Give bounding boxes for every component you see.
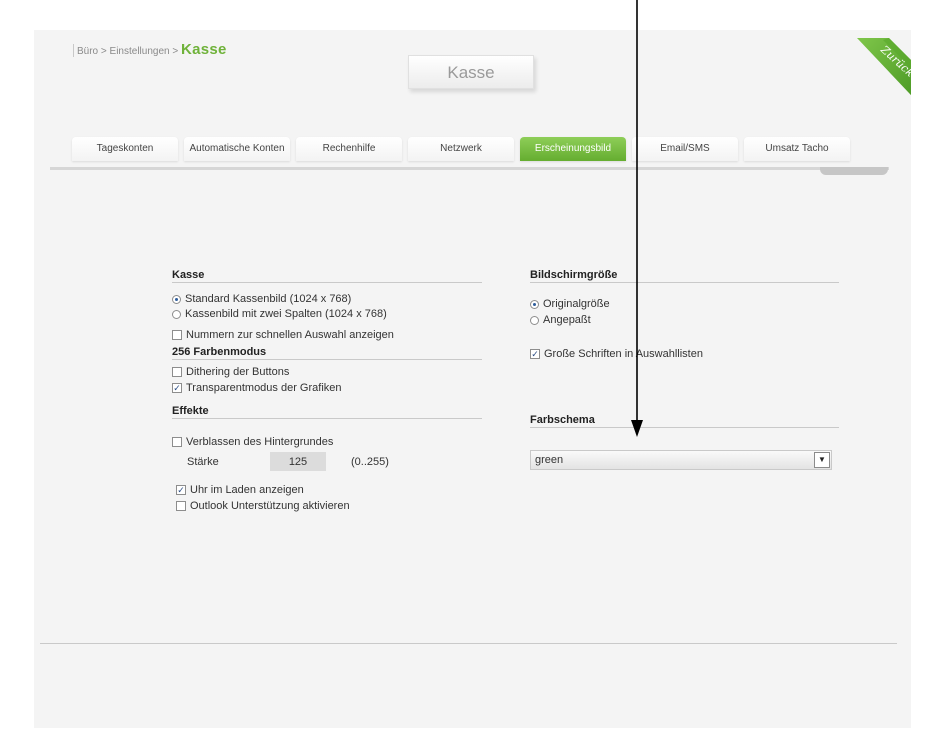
tab-bar: Tageskonten Automatische Konten Rechenhi… bbox=[72, 137, 852, 161]
radio-selected-icon[interactable] bbox=[530, 299, 539, 309]
checkbox-checked-icon[interactable]: ✓ bbox=[176, 485, 186, 495]
strength-input[interactable] bbox=[270, 452, 326, 471]
strength-label: Stärke bbox=[187, 456, 219, 468]
radio-label: Originalgröße bbox=[543, 298, 610, 310]
section-title-farbschema: Farbschema bbox=[530, 414, 839, 428]
tab-umsatz-tacho[interactable]: Umsatz Tacho bbox=[744, 137, 850, 161]
color-scheme-select[interactable]: green ▼ bbox=[530, 450, 832, 470]
radio-originalgroesse[interactable]: Originalgröße bbox=[530, 298, 610, 310]
chevron-down-icon[interactable]: ▼ bbox=[814, 452, 830, 468]
radio-standard-kassenbild[interactable]: Standard Kassenbild (1024 x 768) bbox=[172, 293, 351, 305]
checkbox-dithering[interactable]: Dithering der Buttons bbox=[172, 366, 289, 378]
strength-range: (0..255) bbox=[351, 456, 389, 468]
section-title-kasse: Kasse bbox=[172, 269, 482, 283]
tab-netzwerk[interactable]: Netzwerk bbox=[408, 137, 514, 161]
checkbox-label: Verblassen des Hintergrundes bbox=[186, 436, 334, 448]
checkbox-label: Outlook Unterstützung aktivieren bbox=[190, 500, 350, 512]
section-title-bildschirmgroesse: Bildschirmgröße bbox=[530, 269, 839, 283]
tab-email-sms[interactable]: Email/SMS bbox=[632, 137, 738, 161]
color-scheme-value: green bbox=[535, 454, 564, 466]
section-title-effekte: Effekte bbox=[172, 405, 482, 419]
checkbox-checked-icon[interactable]: ✓ bbox=[530, 349, 540, 359]
checkbox-outlook[interactable]: Outlook Unterstützung aktivieren bbox=[176, 500, 350, 512]
checkbox-unchecked-icon[interactable] bbox=[176, 501, 186, 511]
breadcrumb-divider bbox=[73, 44, 74, 57]
breadcrumb-current: Kasse bbox=[180, 41, 227, 58]
radio-label: Kassenbild mit zwei Spalten (1024 x 768) bbox=[185, 308, 387, 320]
checkbox-unchecked-icon[interactable] bbox=[172, 367, 182, 377]
radio-unselected-icon[interactable] bbox=[172, 309, 181, 319]
checkbox-verblassen[interactable]: Verblassen des Hintergrundes bbox=[172, 436, 333, 448]
radio-zwei-spalten[interactable]: Kassenbild mit zwei Spalten (1024 x 768) bbox=[172, 308, 387, 320]
checkbox-label: Transparentmodus der Grafiken bbox=[186, 382, 342, 394]
tab-rechenhilfe[interactable]: Rechenhilfe bbox=[296, 137, 402, 161]
tab-tageskonten[interactable]: Tageskonten bbox=[72, 137, 178, 161]
breadcrumb-path[interactable]: Büro > Einstellungen > bbox=[77, 46, 181, 57]
radio-label: Angepaßt bbox=[543, 314, 591, 326]
section-title-farbenmodus: 256 Farbenmodus bbox=[172, 346, 482, 360]
tab-divider bbox=[50, 167, 889, 170]
checkbox-unchecked-icon[interactable] bbox=[172, 330, 182, 340]
checkbox-transparentmodus[interactable]: ✓ Transparentmodus der Grafiken bbox=[172, 382, 342, 394]
back-ribbon-icon: Zurück bbox=[857, 38, 911, 96]
checkbox-label: Dithering der Buttons bbox=[186, 366, 290, 378]
checkbox-unchecked-icon[interactable] bbox=[172, 437, 182, 447]
checkbox-label: Nummern zur schnellen Auswahl anzeigen bbox=[186, 329, 394, 341]
radio-selected-icon[interactable] bbox=[172, 294, 181, 304]
footer-divider bbox=[40, 643, 897, 644]
page-title: Kasse bbox=[408, 55, 534, 89]
checkbox-uhr[interactable]: ✓ Uhr im Laden anzeigen bbox=[176, 484, 304, 496]
checkbox-grosse-schriften[interactable]: ✓ Große Schriften in Auswahllisten bbox=[530, 348, 703, 360]
back-button[interactable]: Zurück bbox=[847, 38, 911, 138]
radio-angepasst[interactable]: Angepaßt bbox=[530, 314, 591, 326]
tab-scroll-handle[interactable] bbox=[820, 167, 888, 175]
checkbox-label: Große Schriften in Auswahllisten bbox=[544, 348, 703, 360]
tab-automatische-konten[interactable]: Automatische Konten bbox=[184, 137, 290, 161]
checkbox-checked-icon[interactable]: ✓ bbox=[172, 383, 182, 393]
breadcrumb: Büro > Einstellungen > Kasse bbox=[73, 41, 227, 58]
checkbox-nummern[interactable]: Nummern zur schnellen Auswahl anzeigen bbox=[172, 329, 394, 341]
tab-erscheinungsbild[interactable]: Erscheinungsbild bbox=[520, 137, 626, 161]
radio-unselected-icon[interactable] bbox=[530, 315, 539, 325]
settings-window: Büro > Einstellungen > Kasse Kasse Zurüc… bbox=[34, 30, 911, 728]
checkbox-label: Uhr im Laden anzeigen bbox=[190, 484, 304, 496]
radio-label: Standard Kassenbild (1024 x 768) bbox=[185, 293, 352, 305]
